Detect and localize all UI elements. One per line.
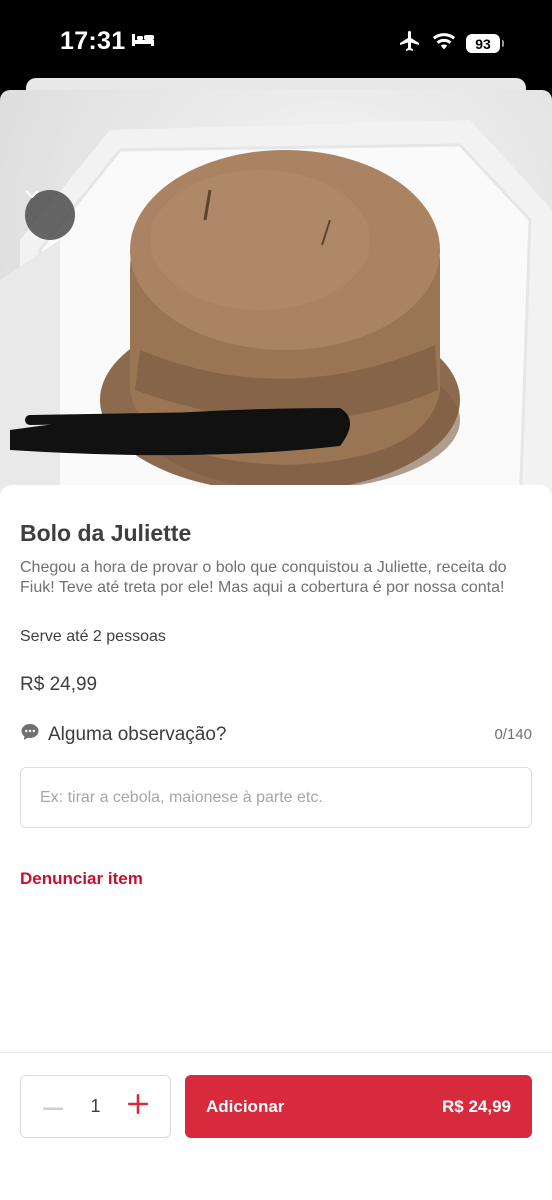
add-to-cart-button[interactable]: Adicionar R$ 24,99 (185, 1075, 532, 1138)
observation-char-counter: 0/140 (494, 726, 532, 743)
sleep-bed-icon (131, 31, 155, 52)
product-serves: Serve até 2 pessoas (20, 628, 166, 645)
product-title: Bolo da Juliette (20, 520, 192, 546)
minus-icon (43, 1098, 63, 1116)
airplane-mode-icon (398, 29, 422, 58)
battery-indicator: 93 (466, 34, 504, 53)
chat-bubble-icon (20, 722, 40, 747)
increase-quantity-button[interactable] (125, 1094, 151, 1120)
quantity-value: 1 (90, 1096, 101, 1116)
cake-illustration (0, 120, 552, 510)
footer-bar: 1 Adicionar R$ 24,99 (0, 1052, 552, 1200)
product-description: Chegou a hora de provar o bolo que conqu… (20, 559, 507, 596)
decrease-quantity-button[interactable] (40, 1094, 66, 1120)
status-time-group: 17:31 (60, 27, 155, 56)
add-button-label: Adicionar (206, 1096, 285, 1116)
product-image (0, 90, 552, 510)
observation-label: Alguma observação? (48, 723, 227, 745)
status-bar: 17:31 93 (0, 0, 552, 82)
wifi-icon (432, 31, 456, 56)
collapse-button[interactable] (25, 190, 75, 240)
observation-header: Alguma observação? 0/140 (20, 722, 532, 747)
observation-input[interactable] (20, 767, 532, 828)
quantity-stepper: 1 (20, 1075, 171, 1138)
report-item-link[interactable]: Denunciar item (20, 869, 143, 889)
add-button-price: R$ 24,99 (442, 1096, 511, 1116)
plus-icon (127, 1094, 148, 1119)
product-price: R$ 24,99 (20, 674, 98, 695)
status-time: 17:31 (60, 27, 126, 55)
status-indicators: 93 (398, 29, 504, 58)
